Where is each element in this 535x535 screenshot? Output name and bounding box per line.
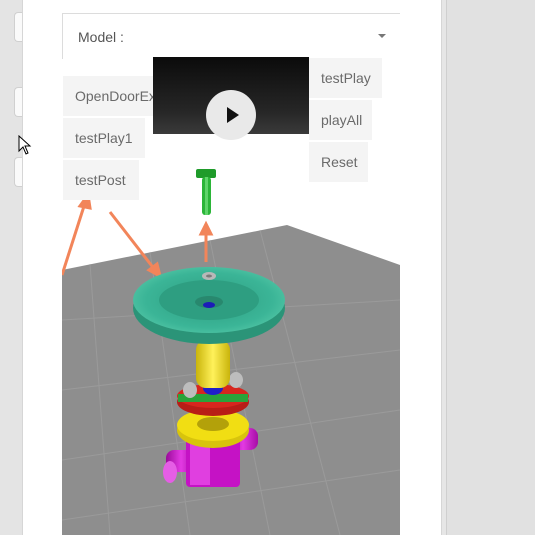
right-sidebar bbox=[446, 0, 535, 535]
reset-button[interactable]: Reset bbox=[309, 142, 368, 182]
chevron-down-icon[interactable] bbox=[378, 34, 386, 38]
model-dropdown[interactable]: Model : bbox=[62, 13, 400, 59]
test-play1-button[interactable]: testPlay1 bbox=[63, 118, 145, 158]
play-all-button[interactable]: playAll bbox=[309, 100, 372, 140]
test-play-button[interactable]: testPlay bbox=[309, 58, 382, 98]
mouse-cursor-icon bbox=[18, 135, 32, 155]
test-post-button[interactable]: testPost bbox=[63, 160, 139, 200]
play-button[interactable] bbox=[206, 90, 256, 140]
play-icon bbox=[227, 107, 239, 123]
handwheel-part bbox=[133, 267, 285, 344]
left-tab-strip bbox=[0, 0, 24, 535]
video-player[interactable] bbox=[153, 57, 309, 140]
bolt-part bbox=[196, 169, 216, 215]
model-dropdown-label: Model : bbox=[78, 29, 124, 45]
open-door-ex-button[interactable]: OpenDoorEx bbox=[63, 76, 153, 116]
